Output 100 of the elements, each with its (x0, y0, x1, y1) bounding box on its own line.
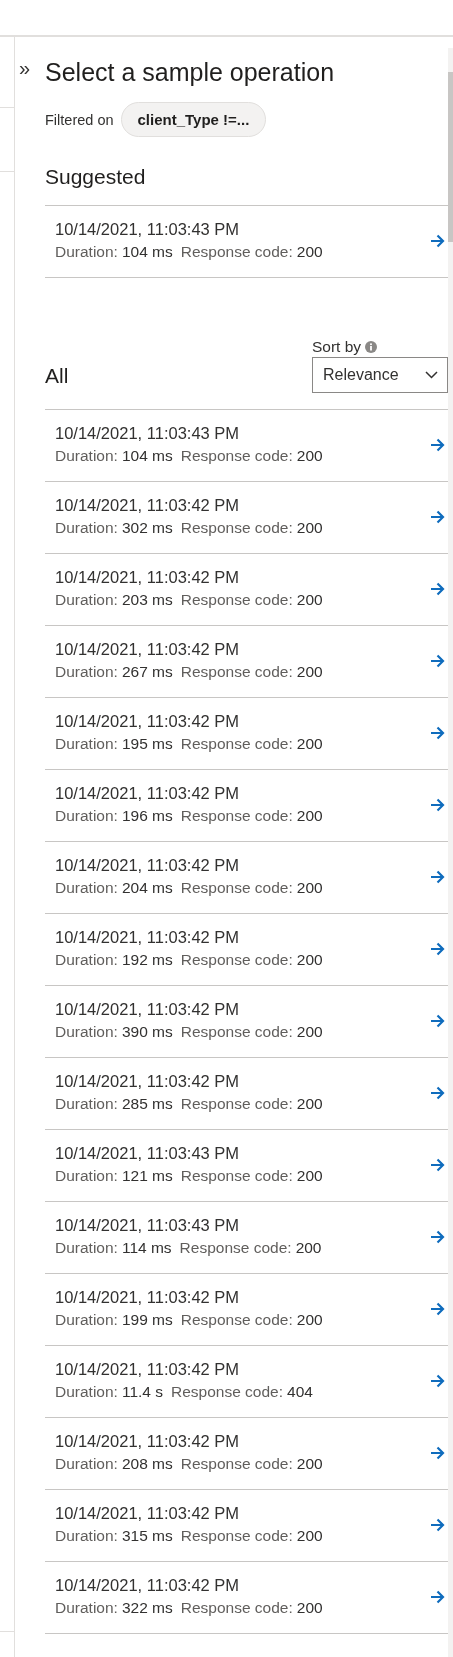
arrow-icon[interactable] (430, 797, 445, 812)
duration-label: Duration: (55, 1310, 118, 1330)
duration-value: 11.4 s (121, 1382, 163, 1402)
sort-label: Sort by (312, 337, 362, 357)
arrow-icon[interactable] (430, 1013, 445, 1028)
timestamp: 10/14/2021, 11:03:42 PM (55, 1503, 241, 1524)
arrow-icon[interactable] (430, 1157, 445, 1172)
response-code-value: 200 (296, 518, 323, 538)
timestamp: 10/14/2021, 11:03:42 PM (55, 855, 241, 876)
arrow-icon[interactable] (430, 1373, 445, 1388)
duration-value: 199 ms (121, 1310, 173, 1330)
arrow-icon[interactable] (430, 1517, 445, 1532)
response-code-value: 200 (296, 806, 323, 826)
duration-value: 267 ms (121, 662, 173, 682)
duration-value: 208 ms (121, 1454, 173, 1474)
timestamp: 10/14/2021, 11:03:42 PM (55, 1359, 241, 1380)
response-code-label: Response code: (180, 590, 293, 610)
response-code-label: Response code: (180, 242, 293, 262)
arrow-icon[interactable] (430, 1589, 445, 1604)
duration-label: Duration: (55, 662, 118, 682)
duration-value: 203 ms (121, 590, 173, 610)
response-code-label: Response code: (180, 734, 293, 754)
duration-value: 104 ms (121, 446, 173, 466)
response-code-value: 200 (296, 446, 323, 466)
response-code-label: Response code: (179, 1238, 292, 1258)
duration-label: Duration: (55, 1454, 118, 1474)
timestamp: 10/14/2021, 11:03:43 PM (55, 423, 241, 444)
response-code-label: Response code: (180, 1526, 293, 1546)
duration-label: Duration: (55, 1022, 118, 1042)
duration-label: Duration: (55, 950, 118, 970)
response-code-label: Response code: (180, 518, 293, 538)
timestamp: 10/14/2021, 11:03:42 PM (55, 927, 241, 948)
response-code-value: 200 (296, 734, 323, 754)
timestamp: 10/14/2021, 11:03:42 PM (55, 783, 241, 804)
arrow-icon[interactable] (430, 941, 445, 956)
timestamp: 10/14/2021, 11:03:42 PM (55, 1287, 241, 1308)
duration-value: 285 ms (121, 1094, 173, 1114)
timestamp: 10/14/2021, 11:03:42 PM (55, 1071, 241, 1092)
timestamp: 10/14/2021, 11:03:43 PM (55, 1143, 241, 1164)
response-code-label: Response code: (180, 1022, 293, 1042)
response-code-value: 200 (296, 1094, 323, 1114)
duration-label: Duration: (55, 878, 118, 898)
timestamp: 10/14/2021, 11:03:42 PM (55, 567, 241, 588)
response-code-value: 200 (296, 1022, 323, 1042)
duration-label: Duration: (55, 1382, 118, 1402)
duration-label: Duration: (55, 1166, 118, 1186)
response-code-label: Response code: (180, 806, 293, 826)
panel-title: Select a sample operation (45, 57, 335, 88)
response-code-value: 200 (296, 1526, 323, 1546)
response-code-label: Response code: (180, 1454, 293, 1474)
response-code-label: Response code: (180, 662, 293, 682)
duration-label: Duration: (55, 1094, 118, 1114)
section-heading: Suggested (45, 164, 147, 190)
arrow-icon[interactable] (430, 509, 445, 524)
arrow-icon[interactable] (430, 653, 445, 668)
response-code-label: Response code: (180, 1598, 293, 1618)
arrow-icon[interactable] (430, 1445, 445, 1460)
timestamp: 10/14/2021, 11:03:42 PM (55, 639, 241, 660)
timestamp: 10/14/2021, 11:03:42 PM (55, 1575, 241, 1596)
response-code-value: 200 (296, 950, 323, 970)
section-heading: All (45, 363, 69, 389)
arrow-icon[interactable] (430, 725, 445, 740)
response-code-label: Response code: (180, 950, 293, 970)
arrow-icon[interactable] (430, 1229, 445, 1244)
response-code-label: Response code: (180, 1310, 293, 1330)
timestamp: 10/14/2021, 11:03:42 PM (55, 711, 241, 732)
duration-label: Duration: (55, 446, 118, 466)
timestamp: 10/14/2021, 11:03:43 PM (55, 219, 241, 240)
response-code-value: 200 (296, 1598, 323, 1618)
duration-label: Duration: (55, 518, 118, 538)
duration-label: Duration: (55, 590, 118, 610)
arrow-icon[interactable] (430, 233, 445, 248)
timestamp: 10/14/2021, 11:03:42 PM (55, 495, 241, 516)
response-code-label: Response code: (171, 1382, 283, 1402)
arrow-icon[interactable] (430, 437, 445, 452)
info-icon[interactable] (365, 341, 378, 353)
sort-dropdown[interactable]: Relevance (312, 357, 448, 393)
response-code-value: 200 (296, 242, 323, 262)
arrow-icon[interactable] (430, 1301, 445, 1316)
collapse-button[interactable]: » (19, 58, 45, 78)
response-code-value: 200 (296, 1454, 323, 1474)
timestamp: 10/14/2021, 11:03:42 PM (55, 999, 241, 1020)
duration-value: 315 ms (121, 1526, 173, 1546)
duration-value: 322 ms (121, 1598, 173, 1618)
timestamp: 10/14/2021, 11:03:42 PM (55, 1431, 241, 1452)
response-code-label: Response code: (180, 446, 293, 466)
duration-label: Duration: (55, 1598, 118, 1618)
duration-value: 195 ms (121, 734, 173, 754)
arrow-icon[interactable] (430, 1085, 445, 1100)
duration-label: Duration: (55, 242, 118, 262)
arrow-icon[interactable] (430, 869, 445, 884)
duration-value: 390 ms (121, 1022, 173, 1042)
arrow-icon[interactable] (430, 581, 445, 596)
response-code-value: 404 (287, 1382, 313, 1402)
duration-value: 104 ms (121, 242, 173, 262)
timestamp: 10/14/2021, 11:03:43 PM (55, 1215, 241, 1236)
filter-chip[interactable]: client_Type !=... (120, 102, 267, 137)
response-code-value: 200 (296, 1310, 323, 1330)
response-code-value: 200 (296, 1166, 323, 1186)
filter-label: Filtered on (45, 111, 114, 128)
